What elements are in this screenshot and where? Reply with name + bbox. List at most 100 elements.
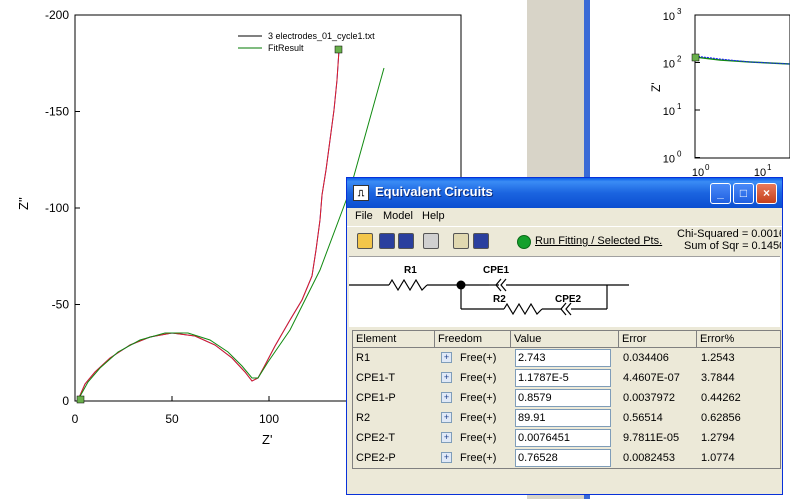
header-freedom[interactable]: Freedom: [435, 331, 511, 347]
nyquist-ytick-label: -100: [45, 201, 69, 215]
error-pct-cell: 0.62856: [701, 412, 741, 424]
bode-ytick-label: 10: [663, 106, 675, 118]
bode-ytick-exponent: 0: [677, 150, 682, 159]
element-name-cell: R2: [356, 412, 371, 424]
bode-point-marker: [691, 53, 700, 62]
close-button[interactable]: ×: [756, 183, 777, 204]
export-icon[interactable]: [473, 233, 489, 249]
fit-statistics: Chi-Squared = 0.0016 Sum of Sqr = 0.1450: [677, 228, 781, 252]
freedom-cell[interactable]: Free(+): [460, 368, 496, 388]
grid-body: R1 + Free(+) 2.743 0.034406 1.2543 CPE1-T + Free…: [353, 348, 780, 468]
bode-xtick-exponent: 1: [767, 163, 772, 172]
r2-label: R2: [493, 294, 506, 305]
error-pct-cell: 1.0774: [701, 452, 735, 464]
r2-resistor-symbol: [503, 302, 543, 316]
nyquist-xtick-label: 100: [259, 412, 279, 426]
bode-ytick-exponent: 3: [677, 7, 682, 16]
title-bar[interactable]: ⎍ Equivalent Circuits _ □ ×: [347, 178, 782, 208]
error-pct-cell: 1.2543: [701, 352, 735, 364]
grid-header: Element Freedom Value Error Error%: [353, 331, 780, 348]
value-input[interactable]: 1.1787E-5: [515, 369, 611, 387]
equivalent-circuits-window: ⎍ Equivalent Circuits _ □ × File Model H…: [346, 177, 783, 495]
bode-ytick-exponent: 1: [677, 102, 682, 111]
menu-help[interactable]: Help: [422, 210, 445, 222]
freedom-cell[interactable]: Free(+): [460, 448, 496, 468]
circuit-node: [456, 280, 466, 290]
bode-xtick-exponent: 0: [705, 163, 710, 172]
freedom-toggle-icon[interactable]: +: [441, 452, 452, 463]
header-value[interactable]: Value: [511, 331, 619, 347]
error-cell: 0.034406: [623, 352, 669, 364]
app-icon: ⎍: [353, 185, 369, 201]
cpe2-label: CPE2: [555, 294, 582, 305]
error-cell: 0.0082453: [623, 452, 675, 464]
value-input[interactable]: 0.8579: [515, 389, 611, 407]
nyquist-xtick-label: 0: [72, 412, 79, 426]
bode-ytick-exponent: 2: [677, 55, 682, 64]
error-cell: 4.4607E-07: [623, 372, 680, 384]
nyquist-xtick-label: 50: [165, 412, 179, 426]
error-cell: 9.7811E-05: [623, 432, 680, 444]
freedom-toggle-icon[interactable]: +: [441, 352, 452, 363]
menu-bar: File Model Help: [347, 208, 782, 226]
header-error-pct[interactable]: Error%: [697, 331, 780, 347]
value-input[interactable]: 0.0076451: [515, 429, 611, 447]
table-row: CPE2-P + Free(+) 0.76528 0.0082453 1.0774: [353, 448, 780, 468]
freedom-toggle-icon[interactable]: +: [441, 432, 452, 443]
selected-point-marker: [334, 45, 343, 54]
circuit-diagram[interactable]: R1 CPE1 R2 CPE2: [349, 256, 780, 327]
chi-squared-value: Chi-Squared = 0.0016: [677, 228, 781, 240]
error-pct-cell: 0.44262: [701, 392, 741, 404]
value-input[interactable]: 0.76528: [515, 449, 611, 467]
nyquist-ytick-label: -150: [45, 105, 69, 119]
freedom-cell[interactable]: Free(+): [460, 408, 496, 428]
table-row: R2 + Free(+) 89.91 0.56514 0.62856: [353, 408, 780, 428]
bode-ytick-label: 10: [663, 154, 675, 166]
table-row: R1 + Free(+) 2.743 0.034406 1.2543: [353, 348, 780, 368]
menu-file[interactable]: File: [355, 210, 373, 222]
freedom-cell[interactable]: Free(+): [460, 348, 496, 368]
element-name-cell: CPE2-T: [356, 432, 396, 444]
origin-point-marker: [76, 395, 85, 404]
table-row: CPE1-P + Free(+) 0.8579 0.0037972 0.44262: [353, 388, 780, 408]
nyquist-ytick-label: 0: [62, 394, 69, 408]
bode-plot-frame: [694, 14, 790, 159]
value-input[interactable]: 2.743: [515, 349, 611, 367]
cpe1-label: CPE1: [483, 265, 510, 276]
error-pct-cell: 1.2794: [701, 432, 735, 444]
freedom-toggle-icon[interactable]: +: [441, 392, 452, 403]
freedom-toggle-icon[interactable]: +: [441, 412, 452, 423]
run-fitting-button[interactable]: Run Fitting / Selected Pts.: [535, 235, 662, 247]
save-icon[interactable]: [379, 233, 395, 249]
element-name-cell: CPE1-T: [356, 372, 396, 384]
freedom-cell[interactable]: Free(+): [460, 428, 496, 448]
maximize-button[interactable]: □: [733, 183, 754, 204]
freedom-cell[interactable]: Free(+): [460, 388, 496, 408]
freedom-toggle-icon[interactable]: +: [441, 372, 452, 383]
table-row: CPE1-T + Free(+) 1.1787E-5 4.4607E-07 3.7844: [353, 368, 780, 388]
value-input[interactable]: 89.91: [515, 409, 611, 427]
minimize-button[interactable]: _: [710, 183, 731, 204]
copy-icon[interactable]: [453, 233, 469, 249]
error-cell: 0.56514: [623, 412, 663, 424]
nyquist-ytick-label: -50: [52, 298, 70, 312]
nyquist-ytick-label: -200: [45, 8, 69, 22]
sum-of-squares-value: Sum of Sqr = 0.1450: [684, 240, 781, 252]
print-icon[interactable]: [423, 233, 439, 249]
menu-model[interactable]: Model: [383, 210, 413, 222]
run-fitting-icon[interactable]: [517, 235, 531, 249]
table-row: CPE2-T + Free(+) 0.0076451 9.7811E-05 1.2794: [353, 428, 780, 448]
element-name-cell: R1: [356, 352, 371, 364]
header-element[interactable]: Element: [353, 331, 435, 347]
bode-ytick-label: 10: [663, 11, 675, 23]
save-as-icon[interactable]: [398, 233, 414, 249]
legend-label-fit: FitResult: [268, 43, 304, 53]
element-name-cell: CPE1-P: [356, 392, 396, 404]
bode-ylabel: Z': [649, 82, 663, 92]
open-icon[interactable]: [357, 233, 373, 249]
element-name-cell: CPE2-P: [356, 452, 396, 464]
error-pct-cell: 3.7844: [701, 372, 735, 384]
header-error[interactable]: Error: [619, 331, 697, 347]
nyquist-ylabel: Z'': [16, 197, 31, 210]
legend-label-data: 3 electrodes_01_cycle1.txt: [268, 31, 375, 41]
